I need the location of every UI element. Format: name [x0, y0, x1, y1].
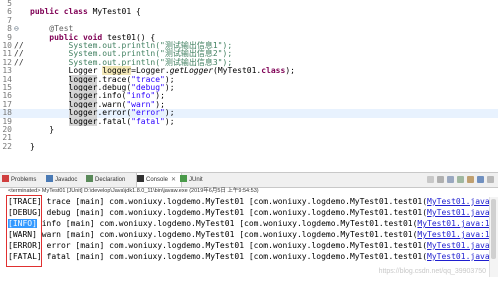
line-number: 22: [2, 141, 12, 151]
code-token: logger: [68, 116, 98, 126]
log-line[interactable]: [FATAL] fatal [main] com.woniuxy.logdemo…: [8, 252, 498, 262]
tab-label: Problems: [11, 177, 37, 183]
source-link[interactable]: MyTest01.java:15: [427, 208, 498, 217]
tab-junit[interactable]: JUnit: [180, 173, 214, 187]
scroll-lock-icon[interactable]: [457, 176, 464, 183]
tab-label: JUnit: [189, 177, 203, 183]
code-token: "fatal": [131, 116, 165, 126]
log-level: [ERROR]: [8, 241, 42, 250]
log-message: info [main] com.woniuxy.logdemo.MyTest01…: [36, 219, 418, 228]
watermark: https://blog.csdn.net/qq_39903750: [378, 268, 486, 275]
code-line[interactable]: 22}: [0, 141, 498, 151]
code-text: }: [30, 141, 35, 151]
log-line[interactable]: [TRACE] trace [main] com.woniuxy.logdemo…: [8, 197, 498, 207]
code-token: );: [164, 116, 175, 126]
code-text: }: [30, 125, 55, 134]
close-icon[interactable]: ✕: [171, 177, 176, 183]
console-icon: [137, 175, 144, 182]
code-token: MyTest01 {: [87, 7, 141, 17]
code-token: public class: [30, 7, 88, 17]
code-line[interactable]: 20 }: [0, 125, 498, 134]
display-console-icon[interactable]: [477, 176, 484, 183]
terminate-icon[interactable]: [427, 176, 434, 183]
tab-declaration[interactable]: Declaration: [86, 173, 136, 187]
code-line[interactable]: 6 public class MyTest01 {: [0, 7, 498, 16]
code-line[interactable]: 7: [0, 16, 498, 25]
log-level: [TRACE]: [8, 197, 42, 206]
log-message: warn [main] com.woniuxy.logdemo.MyTest01…: [36, 230, 418, 239]
tab-label: Javadoc: [55, 177, 78, 183]
console-process-label: <terminated> MyTest01 [JUnit] D:\develop…: [8, 188, 259, 194]
tab-problems[interactable]: Problems: [2, 173, 46, 187]
log-line[interactable]: [DEBUG] debug [main] com.woniuxy.logdemo…: [8, 208, 498, 218]
source-link[interactable]: MyTest01.java:19: [427, 252, 498, 261]
clear-console-icon[interactable]: [447, 176, 454, 183]
log-message: fatal [main] com.woniuxy.logdemo.MyTest0…: [41, 252, 428, 261]
problems-icon: [2, 175, 9, 182]
code-token: .fatal(: [97, 116, 132, 126]
views-tab-bar: Problems Javadoc Declaration Console ✕ JUnit: [0, 172, 498, 188]
tab-javadoc[interactable]: Javadoc: [46, 173, 86, 187]
declaration-icon: [86, 175, 93, 182]
console-toolbar: [427, 176, 494, 184]
code-token: (MyTest01.: [213, 66, 262, 76]
log-message: debug [main] com.woniuxy.logdemo.MyTest0…: [41, 208, 428, 217]
code-token: logger: [68, 108, 98, 118]
log-message: trace [main] com.woniuxy.logdemo.MyTest0…: [41, 197, 428, 206]
code-line[interactable]: 19 logger.fatal("fatal");: [0, 116, 498, 126]
tab-label: Declaration: [95, 177, 126, 183]
fold-toggle-icon[interactable]: ⊖: [14, 24, 28, 33]
pin-console-icon[interactable]: [467, 176, 474, 183]
log-message: error [main] com.woniuxy.logdemo.MyTest0…: [41, 241, 428, 250]
log-level: [DEBUG]: [8, 208, 42, 217]
code-token: );: [285, 66, 295, 76]
tab-label: Console: [146, 177, 169, 183]
tab-console[interactable]: Console ✕: [136, 173, 182, 187]
source-link[interactable]: MyTest01.java:14: [427, 197, 498, 206]
code-line[interactable]: 21: [0, 133, 498, 142]
comment-marker: //: [14, 57, 24, 67]
log-line[interactable]: [WARN] warn [main] com.woniuxy.logdemo.M…: [8, 230, 498, 240]
javadoc-icon: [46, 175, 53, 182]
log-level: [INFO]: [8, 219, 37, 228]
code-editor[interactable]: 5 6 public class MyTest01 {7 8 ⊖ @Test 9 publ…: [0, 0, 498, 160]
code-token: }: [30, 141, 35, 151]
remove-launch-icon[interactable]: [437, 176, 444, 183]
console-scrollbar[interactable]: [489, 197, 498, 277]
source-link[interactable]: MyTest01.java:17: [417, 230, 494, 239]
source-link[interactable]: MyTest01.java:18: [427, 241, 498, 250]
view-menu-icon[interactable]: [487, 176, 494, 183]
code-token: class: [261, 66, 286, 76]
source-link[interactable]: MyTest01.java:16: [417, 219, 494, 228]
code-token: );: [164, 83, 175, 92]
code-token: }: [30, 125, 55, 134]
scrollbar-thumb[interactable]: [491, 199, 496, 259]
log-line[interactable]: [ERROR] error [main] com.woniuxy.logdemo…: [8, 241, 498, 251]
log-line[interactable]: [INFO] info [main] com.woniuxy.logdemo.M…: [8, 219, 498, 229]
log-level: [WARN]: [8, 230, 37, 239]
code-token: getLogger: [169, 66, 214, 76]
log-level: [FATAL]: [8, 252, 42, 261]
code-text: public class MyTest01 {: [30, 8, 141, 16]
junit-icon: [180, 175, 187, 182]
